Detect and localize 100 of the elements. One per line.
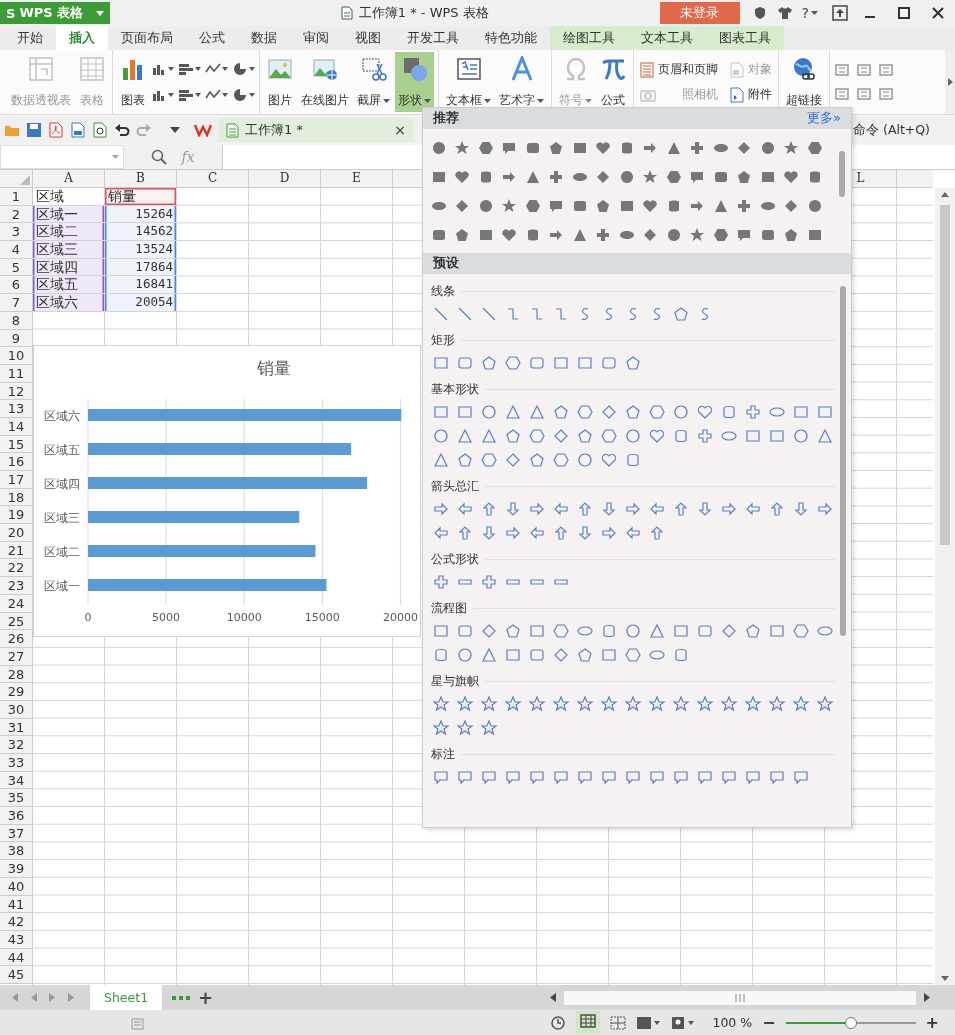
shape-icon[interactable]	[806, 197, 823, 214]
row-header[interactable]: 10	[0, 347, 33, 365]
ribbon-tab[interactable]: 绘图工具	[550, 26, 628, 50]
chart-type-button[interactable]	[178, 88, 201, 102]
shape-icon[interactable]	[577, 525, 593, 541]
chart-type-button[interactable]	[232, 88, 255, 102]
shape-icon[interactable]	[505, 306, 521, 322]
text-tool-icon[interactable]	[856, 86, 872, 102]
shape-icon[interactable]	[529, 525, 545, 541]
shape-icon[interactable]	[769, 769, 785, 785]
upload-icon[interactable]	[832, 5, 848, 21]
shape-icon[interactable]	[529, 623, 545, 639]
ribbon-tab[interactable]: 公式	[186, 26, 238, 50]
shape-icon[interactable]	[477, 139, 494, 156]
shape-icon[interactable]	[689, 226, 706, 243]
shape-icon[interactable]	[783, 226, 800, 243]
column-header[interactable]: B	[105, 170, 177, 187]
shape-icon[interactable]	[689, 139, 706, 156]
ribbon-tab[interactable]: 特色功能	[472, 26, 550, 50]
row-header[interactable]: 20	[0, 524, 33, 542]
shape-icon[interactable]	[625, 647, 641, 663]
shape-icon[interactable]	[673, 769, 689, 785]
shape-icon[interactable]	[625, 696, 641, 712]
row-header[interactable]: 13	[0, 400, 33, 418]
w-logo-icon[interactable]	[194, 123, 212, 137]
shape-icon[interactable]	[625, 525, 641, 541]
shape-icon[interactable]	[817, 428, 833, 444]
shape-icon[interactable]	[454, 226, 471, 243]
column-header[interactable]: D	[249, 170, 321, 187]
shape-icon[interactable]	[806, 139, 823, 156]
shape-icon[interactable]	[529, 696, 545, 712]
shape-icon[interactable]	[457, 452, 473, 468]
ribbon-button[interactable]: 公式	[597, 52, 629, 112]
shape-icon[interactable]	[548, 168, 565, 185]
row-header[interactable]: 45	[0, 966, 33, 984]
shape-icon[interactable]	[481, 647, 497, 663]
redo-icon[interactable]	[136, 122, 152, 138]
shape-icon[interactable]	[625, 355, 641, 371]
history-icon[interactable]	[550, 1014, 567, 1031]
shape-icon[interactable]	[769, 428, 785, 444]
ribbon-button[interactable]: 图表	[117, 52, 149, 112]
shape-icon[interactable]	[505, 647, 521, 663]
zoom-slider[interactable]	[785, 1015, 916, 1030]
shape-icon[interactable]	[457, 623, 473, 639]
row-header[interactable]: 23	[0, 577, 33, 595]
shape-icon[interactable]	[481, 696, 497, 712]
shape-icon[interactable]	[553, 647, 569, 663]
ribbon-button[interactable]: 在线图片	[298, 52, 352, 112]
shape-icon[interactable]	[601, 696, 617, 712]
page-layout-icon[interactable]	[636, 1015, 661, 1030]
ribbon-scroll-button[interactable]	[945, 50, 955, 114]
shape-icon[interactable]	[601, 355, 617, 371]
zoom-in-button[interactable]: +	[925, 1013, 939, 1032]
shape-icon[interactable]	[481, 574, 497, 590]
shape-icon[interactable]	[505, 769, 521, 785]
shape-icon[interactable]	[553, 306, 569, 322]
shape-icon[interactable]	[769, 404, 785, 420]
shape-icon[interactable]	[673, 501, 689, 517]
shape-icon[interactable]	[529, 452, 545, 468]
shape-icon[interactable]	[454, 168, 471, 185]
shape-icon[interactable]	[649, 525, 665, 541]
shape-icon[interactable]	[433, 428, 449, 444]
shape-icon[interactable]	[505, 452, 521, 468]
shape-icon[interactable]	[793, 769, 809, 785]
shape-icon[interactable]	[433, 525, 449, 541]
shape-icon[interactable]	[625, 404, 641, 420]
shape-icon[interactable]	[505, 404, 521, 420]
shape-icon[interactable]	[577, 769, 593, 785]
sheet-nav-icon[interactable]	[48, 993, 57, 1002]
shape-icon[interactable]	[673, 696, 689, 712]
shape-icon[interactable]	[793, 404, 809, 420]
shape-icon[interactable]	[745, 428, 761, 444]
ribbon-button[interactable]: 文本框	[443, 52, 494, 112]
shape-icon[interactable]	[649, 696, 665, 712]
shape-icon[interactable]	[697, 501, 713, 517]
shape-icon[interactable]	[433, 452, 449, 468]
shield-icon[interactable]	[752, 6, 767, 20]
shape-icon[interactable]	[625, 452, 641, 468]
shape-icon[interactable]	[793, 623, 809, 639]
shape-icon[interactable]	[430, 139, 447, 156]
shape-icon[interactable]	[433, 404, 449, 420]
shape-icon[interactable]	[745, 696, 761, 712]
shape-icon[interactable]	[601, 525, 617, 541]
shape-icon[interactable]	[481, 452, 497, 468]
shape-icon[interactable]	[721, 769, 737, 785]
app-menu-button[interactable]: S WPS 表格	[0, 2, 110, 24]
shape-icon[interactable]	[481, 525, 497, 541]
shape-icon[interactable]	[577, 623, 593, 639]
shape-icon[interactable]	[721, 501, 737, 517]
row-header[interactable]: 26	[0, 630, 33, 648]
text-tool-icon[interactable]	[878, 62, 894, 78]
shape-icon[interactable]	[553, 452, 569, 468]
shape-icon[interactable]	[524, 197, 541, 214]
shape-icon[interactable]	[697, 696, 713, 712]
shape-icon[interactable]	[625, 428, 641, 444]
shape-icon[interactable]	[793, 501, 809, 517]
shape-icon[interactable]	[817, 623, 833, 639]
row-header[interactable]: 22	[0, 559, 33, 578]
shape-icon[interactable]	[577, 452, 593, 468]
shape-icon[interactable]	[553, 355, 569, 371]
